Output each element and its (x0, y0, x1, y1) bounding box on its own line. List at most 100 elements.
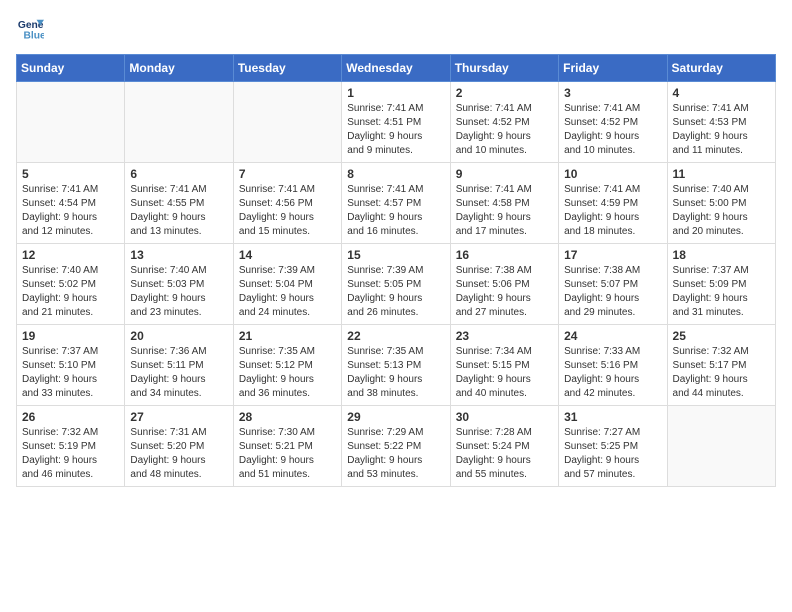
day-number: 21 (239, 329, 336, 343)
day-info: Sunrise: 7:41 AM Sunset: 4:54 PM Dayligh… (22, 183, 119, 239)
day-number: 12 (22, 248, 119, 262)
day-header-saturday: Saturday (667, 55, 775, 82)
calendar-cell: 2 Sunrise: 7:41 AM Sunset: 4:52 PM Daylig… (450, 82, 558, 163)
day-number: 10 (564, 167, 661, 181)
day-info: Sunrise: 7:41 AM Sunset: 4:57 PM Dayligh… (347, 183, 444, 239)
calendar-cell: 26Sunrise: 7:32 AM Sunset: 5:19 PM Dayli… (17, 406, 125, 487)
calendar-cell: 16 Sunrise: 7:38 AM Sunset: 5:06 PM Dayli… (450, 244, 558, 325)
day-info: Sunrise: 7:33 AM Sunset: 5:16 PM Dayligh… (564, 345, 661, 401)
day-number: 25 (673, 329, 770, 343)
day-info: Sunrise: 7:39 AM Sunset: 5:05 PM Dayligh… (347, 264, 444, 320)
calendar-cell: 25 Sunrise: 7:32 AM Sunset: 5:17 PM Dayli… (667, 325, 775, 406)
logo-icon: General Blue (16, 16, 44, 44)
calendar-cell: 10 Sunrise: 7:41 AM Sunset: 4:59 PM Dayli… (559, 163, 667, 244)
day-number: 31 (564, 410, 661, 424)
day-number: 4 (673, 86, 770, 100)
calendar-cell (667, 406, 775, 487)
day-number: 9 (456, 167, 553, 181)
day-header-sunday: Sunday (17, 55, 125, 82)
day-header-friday: Friday (559, 55, 667, 82)
logo: General Blue (16, 16, 48, 44)
day-number: 22 (347, 329, 444, 343)
day-number: 28 (239, 410, 336, 424)
day-info: Sunrise: 7:37 AM Sunset: 5:09 PM Dayligh… (673, 264, 770, 320)
day-header-wednesday: Wednesday (342, 55, 450, 82)
day-info: Sunrise: 7:34 AM Sunset: 5:15 PM Dayligh… (456, 345, 553, 401)
calendar-week-5: 26Sunrise: 7:32 AM Sunset: 5:19 PM Dayli… (17, 406, 776, 487)
calendar-cell: 6 Sunrise: 7:41 AM Sunset: 4:55 PM Daylig… (125, 163, 233, 244)
day-number: 27 (130, 410, 227, 424)
day-number: 11 (673, 167, 770, 181)
day-info: Sunrise: 7:37 AM Sunset: 5:10 PM Dayligh… (22, 345, 119, 401)
day-info: Sunrise: 7:41 AM Sunset: 4:56 PM Dayligh… (239, 183, 336, 239)
day-info: Sunrise: 7:40 AM Sunset: 5:00 PM Dayligh… (673, 183, 770, 239)
calendar-cell: 31Sunrise: 7:27 AM Sunset: 5:25 PM Dayli… (559, 406, 667, 487)
page-header: General Blue (16, 16, 776, 44)
day-number: 14 (239, 248, 336, 262)
calendar-cell (233, 82, 341, 163)
calendar: SundayMondayTuesdayWednesdayThursdayFrid… (16, 54, 776, 487)
day-info: Sunrise: 7:41 AM Sunset: 4:52 PM Dayligh… (564, 102, 661, 158)
day-number: 6 (130, 167, 227, 181)
calendar-cell: 5 Sunrise: 7:41 AM Sunset: 4:54 PM Daylig… (17, 163, 125, 244)
day-number: 5 (22, 167, 119, 181)
day-number: 29 (347, 410, 444, 424)
calendar-cell: 24 Sunrise: 7:33 AM Sunset: 5:16 PM Dayli… (559, 325, 667, 406)
day-info: Sunrise: 7:41 AM Sunset: 4:51 PM Dayligh… (347, 102, 444, 158)
day-info: Sunrise: 7:41 AM Sunset: 4:55 PM Dayligh… (130, 183, 227, 239)
calendar-cell: 19 Sunrise: 7:37 AM Sunset: 5:10 PM Dayli… (17, 325, 125, 406)
calendar-cell (125, 82, 233, 163)
day-info: Sunrise: 7:41 AM Sunset: 4:58 PM Dayligh… (456, 183, 553, 239)
calendar-cell: 14 Sunrise: 7:39 AM Sunset: 5:04 PM Dayli… (233, 244, 341, 325)
day-number: 17 (564, 248, 661, 262)
day-number: 18 (673, 248, 770, 262)
calendar-cell: 4 Sunrise: 7:41 AM Sunset: 4:53 PM Daylig… (667, 82, 775, 163)
day-info: Sunrise: 7:35 AM Sunset: 5:12 PM Dayligh… (239, 345, 336, 401)
calendar-week-1: 1Sunrise: 7:41 AM Sunset: 4:51 PM Daylig… (17, 82, 776, 163)
day-info: Sunrise: 7:36 AM Sunset: 5:11 PM Dayligh… (130, 345, 227, 401)
day-info: Sunrise: 7:35 AM Sunset: 5:13 PM Dayligh… (347, 345, 444, 401)
day-number: 2 (456, 86, 553, 100)
day-info: Sunrise: 7:38 AM Sunset: 5:06 PM Dayligh… (456, 264, 553, 320)
calendar-cell: 29 Sunrise: 7:29 AM Sunset: 5:22 PM Dayli… (342, 406, 450, 487)
calendar-cell: 13Sunrise: 7:40 AM Sunset: 5:03 PM Dayli… (125, 244, 233, 325)
day-number: 20 (130, 329, 227, 343)
day-number: 15 (347, 248, 444, 262)
day-info: Sunrise: 7:39 AM Sunset: 5:04 PM Dayligh… (239, 264, 336, 320)
calendar-cell: 18 Sunrise: 7:37 AM Sunset: 5:09 PM Dayli… (667, 244, 775, 325)
day-number: 26 (22, 410, 119, 424)
day-info: Sunrise: 7:40 AM Sunset: 5:02 PM Dayligh… (22, 264, 119, 320)
calendar-header-row: SundayMondayTuesdayWednesdayThursdayFrid… (17, 55, 776, 82)
day-number: 3 (564, 86, 661, 100)
calendar-cell: 22 Sunrise: 7:35 AM Sunset: 5:13 PM Dayli… (342, 325, 450, 406)
day-info: Sunrise: 7:28 AM Sunset: 5:24 PM Dayligh… (456, 426, 553, 482)
calendar-cell: 8 Sunrise: 7:41 AM Sunset: 4:57 PM Daylig… (342, 163, 450, 244)
calendar-week-3: 12 Sunrise: 7:40 AM Sunset: 5:02 PM Dayli… (17, 244, 776, 325)
day-number: 16 (456, 248, 553, 262)
day-header-monday: Monday (125, 55, 233, 82)
day-info: Sunrise: 7:41 AM Sunset: 4:52 PM Dayligh… (456, 102, 553, 158)
svg-text:Blue: Blue (23, 30, 44, 41)
calendar-cell: 28 Sunrise: 7:30 AM Sunset: 5:21 PM Dayli… (233, 406, 341, 487)
day-info: Sunrise: 7:29 AM Sunset: 5:22 PM Dayligh… (347, 426, 444, 482)
day-info: Sunrise: 7:32 AM Sunset: 5:17 PM Dayligh… (673, 345, 770, 401)
day-number: 30 (456, 410, 553, 424)
calendar-week-2: 5 Sunrise: 7:41 AM Sunset: 4:54 PM Daylig… (17, 163, 776, 244)
day-info: Sunrise: 7:30 AM Sunset: 5:21 PM Dayligh… (239, 426, 336, 482)
day-number: 19 (22, 329, 119, 343)
day-info: Sunrise: 7:40 AM Sunset: 5:03 PM Dayligh… (130, 264, 227, 320)
calendar-cell: 3 Sunrise: 7:41 AM Sunset: 4:52 PM Daylig… (559, 82, 667, 163)
day-number: 8 (347, 167, 444, 181)
day-info: Sunrise: 7:41 AM Sunset: 4:59 PM Dayligh… (564, 183, 661, 239)
day-number: 24 (564, 329, 661, 343)
day-info: Sunrise: 7:41 AM Sunset: 4:53 PM Dayligh… (673, 102, 770, 158)
calendar-cell: 27Sunrise: 7:31 AM Sunset: 5:20 PM Dayli… (125, 406, 233, 487)
calendar-cell: 1Sunrise: 7:41 AM Sunset: 4:51 PM Daylig… (342, 82, 450, 163)
day-info: Sunrise: 7:38 AM Sunset: 5:07 PM Dayligh… (564, 264, 661, 320)
calendar-cell: 20 Sunrise: 7:36 AM Sunset: 5:11 PM Dayli… (125, 325, 233, 406)
calendar-cell: 15 Sunrise: 7:39 AM Sunset: 5:05 PM Dayli… (342, 244, 450, 325)
calendar-cell: 9 Sunrise: 7:41 AM Sunset: 4:58 PM Daylig… (450, 163, 558, 244)
calendar-cell: 23 Sunrise: 7:34 AM Sunset: 5:15 PM Dayli… (450, 325, 558, 406)
day-number: 23 (456, 329, 553, 343)
calendar-cell: 11 Sunrise: 7:40 AM Sunset: 5:00 PM Dayli… (667, 163, 775, 244)
